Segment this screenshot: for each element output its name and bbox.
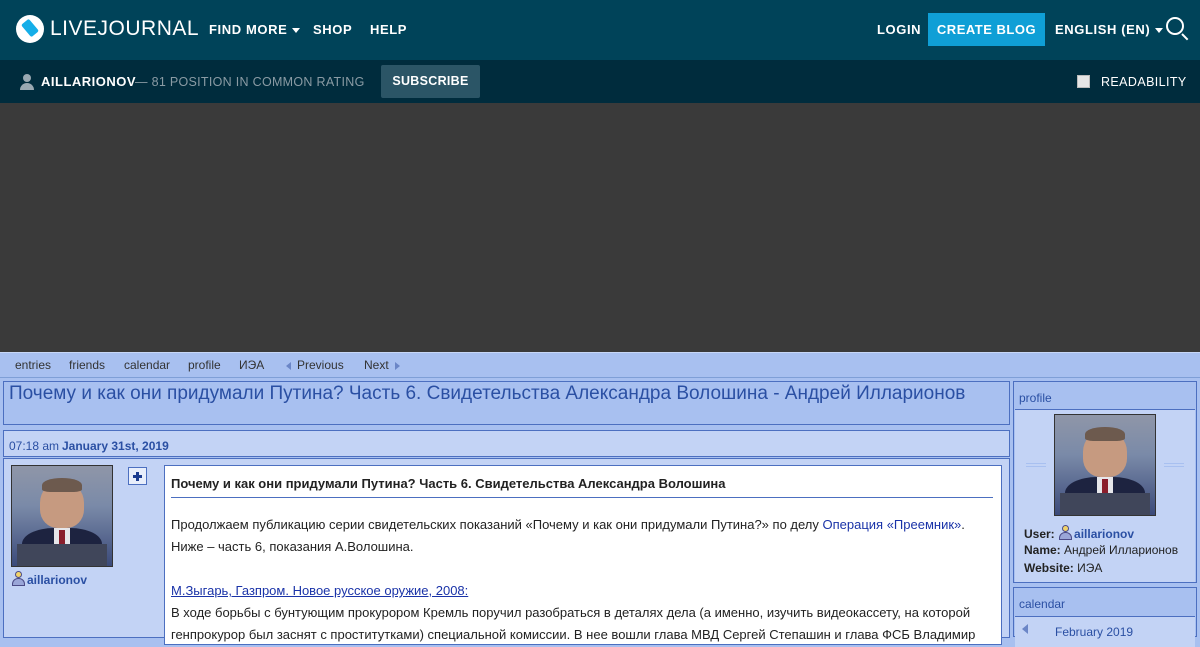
entry-paragraph: В ходе борьбы с бунтующим прокурором Кре…	[171, 605, 976, 642]
entry-date[interactable]: January 31st, 2019	[62, 439, 169, 453]
rating-text: — 81 POSITION IN COMMON RATING	[135, 75, 365, 89]
source-link[interactable]: М.Зыгарь, Газпром. Новое русское оружие,…	[171, 583, 468, 598]
language-label: ENGLISH (EN)	[1055, 22, 1151, 37]
nav-next-label: Next	[364, 358, 389, 372]
author-name: aillarionov	[27, 573, 88, 587]
livejournal-logo-icon	[16, 15, 44, 43]
calendar-heading[interactable]: calendar	[1019, 597, 1065, 611]
nav-calendar[interactable]: calendar	[124, 358, 170, 372]
profile-user-row: User: aillarionov	[1024, 525, 1135, 541]
author-link[interactable]: aillarionov	[11, 571, 87, 587]
journal-user-bar: AILLARIONOV — 81 POSITION IN COMMON RATI…	[0, 60, 1200, 103]
nav-previous[interactable]: Previous	[286, 358, 344, 372]
nav-profile[interactable]: profile	[188, 358, 221, 372]
login-link[interactable]: LOGIN	[877, 22, 921, 37]
logo-text: LIVEJOURNAL	[50, 17, 200, 40]
arrow-left-icon[interactable]	[1022, 624, 1028, 634]
livejournal-logo[interactable]: LIVEJOURNAL	[16, 15, 199, 43]
nav-shop[interactable]: SHOP	[313, 22, 352, 37]
decor-line	[1164, 463, 1184, 467]
subscribe-button[interactable]: SUBSCRIBE	[381, 65, 480, 98]
arrow-left-icon	[286, 361, 291, 370]
entry-title-panel: Почему и как они придумали Путина? Часть…	[3, 381, 1010, 425]
nav-iea[interactable]: ИЭА	[239, 358, 264, 372]
nav-friends[interactable]: friends	[69, 358, 105, 372]
ad-banner-area	[0, 103, 1200, 352]
entry-subject: Почему и как они придумали Путина? Часть…	[171, 476, 993, 498]
profile-user-link[interactable]: aillarionov	[1074, 527, 1134, 541]
add-memory-button[interactable]	[128, 467, 147, 485]
language-selector[interactable]: ENGLISH (EN)	[1055, 22, 1164, 37]
entry-content: Почему и как они придумали Путина? Часть…	[164, 465, 1002, 645]
readability-checkbox[interactable]	[1077, 75, 1090, 88]
journal-nav: entries friends calendar profile ИЭА Pre…	[0, 352, 1200, 378]
entry-time[interactable]: 07:18 am	[9, 439, 59, 453]
page-title: Почему и как они придумали Путина? Часть…	[9, 383, 966, 404]
nav-next[interactable]: Next	[364, 358, 400, 372]
user-icon	[20, 74, 34, 90]
nav-previous-label: Previous	[297, 358, 344, 372]
author-userpic[interactable]	[11, 465, 113, 567]
nav-help[interactable]: HELP	[370, 22, 407, 37]
site-header: LIVEJOURNAL FIND MORE SHOP HELP LOGIN CR…	[0, 0, 1200, 60]
arrow-right-icon	[394, 361, 400, 370]
source-paragraph: М.Зыгарь, Газпром. Новое русское оружие,…	[171, 580, 468, 602]
profile-userpic[interactable]	[1054, 414, 1156, 516]
nav-find-more-label: FIND MORE	[209, 22, 288, 37]
nav-find-more[interactable]: FIND MORE	[209, 22, 301, 37]
readability-label[interactable]: READABILITY	[1101, 75, 1187, 89]
entry-date-panel: 07:18 am January 31st, 2019	[3, 430, 1010, 457]
entry-paragraph: Продолжаем публикацию серии свидетельски…	[171, 517, 965, 554]
search-icon[interactable]	[1166, 17, 1184, 35]
profile-website-link[interactable]: ИЭА	[1077, 561, 1102, 575]
profile-website-row: Website: ИЭА	[1024, 561, 1103, 575]
profile-name-row: Name: Андрей Илларионов	[1024, 543, 1179, 557]
nav-entries[interactable]: entries	[15, 358, 51, 372]
decor-line	[1026, 463, 1046, 467]
chevron-down-icon	[1155, 28, 1164, 34]
lj-user-icon	[1058, 525, 1073, 540]
profile-heading[interactable]: profile	[1019, 391, 1052, 405]
lj-user-icon	[11, 571, 25, 586]
profile-name: Андрей Илларионов	[1064, 543, 1179, 557]
journal-username[interactable]: AILLARIONOV	[41, 74, 136, 89]
chevron-down-icon	[292, 28, 301, 34]
operation-successor-link[interactable]: Операция «Преемник»	[823, 517, 962, 532]
create-blog-button[interactable]: CREATE BLOG	[928, 13, 1045, 46]
calendar-month[interactable]: February 2019	[1055, 625, 1133, 639]
